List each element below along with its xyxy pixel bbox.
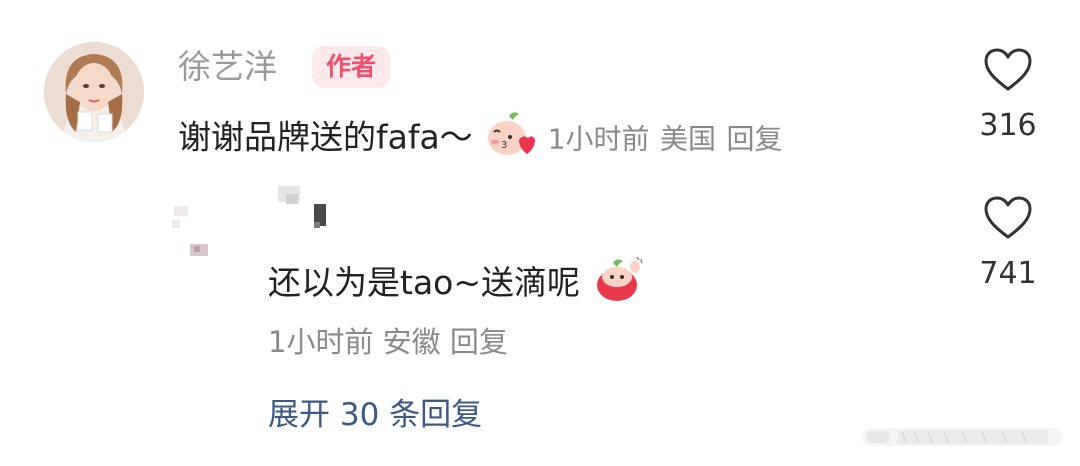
waving-emoji-icon	[591, 255, 645, 314]
reply-username-obscured[interactable]	[278, 186, 330, 230]
watermark-graphic	[862, 422, 1062, 452]
comment-reply-button[interactable]: 回复	[727, 123, 783, 156]
comment-body: 谢谢品牌送的fafa～ 3 1小时前 美国 回复	[178, 110, 783, 168]
reply-avatar[interactable]	[168, 188, 226, 266]
reply-like-button[interactable]	[983, 196, 1033, 244]
reply-location: 安徽	[382, 325, 441, 359]
reply-time: 1小时前	[268, 325, 374, 359]
heart-icon	[984, 196, 1032, 239]
comment-location: 美国	[660, 122, 717, 156]
author-avatar[interactable]	[44, 42, 144, 142]
expand-replies-link[interactable]: 展开 30 条回复	[268, 393, 482, 437]
comment-time: 1小时前	[547, 122, 650, 156]
reply-like-count: 741	[979, 256, 1037, 291]
blowing-kiss-emoji-icon: 3	[483, 110, 537, 168]
reply-meta: 1小时前 安徽 回复	[268, 322, 508, 362]
heart-icon	[984, 48, 1032, 91]
comment-text: 谢谢品牌送的fafa～	[178, 117, 473, 157]
comment-username[interactable]: 徐艺洋	[178, 47, 277, 87]
comment-like-button[interactable]	[983, 48, 1033, 96]
comment-like-count: 316	[979, 108, 1037, 143]
reply-reply-button[interactable]: 回复	[450, 325, 508, 359]
author-badge: 作者	[312, 46, 391, 88]
reply-text: 还以为是tao~送滴呢	[268, 263, 581, 302]
reply-body: 还以为是tao~送滴呢	[268, 255, 645, 314]
svg-text:3: 3	[501, 140, 507, 151]
